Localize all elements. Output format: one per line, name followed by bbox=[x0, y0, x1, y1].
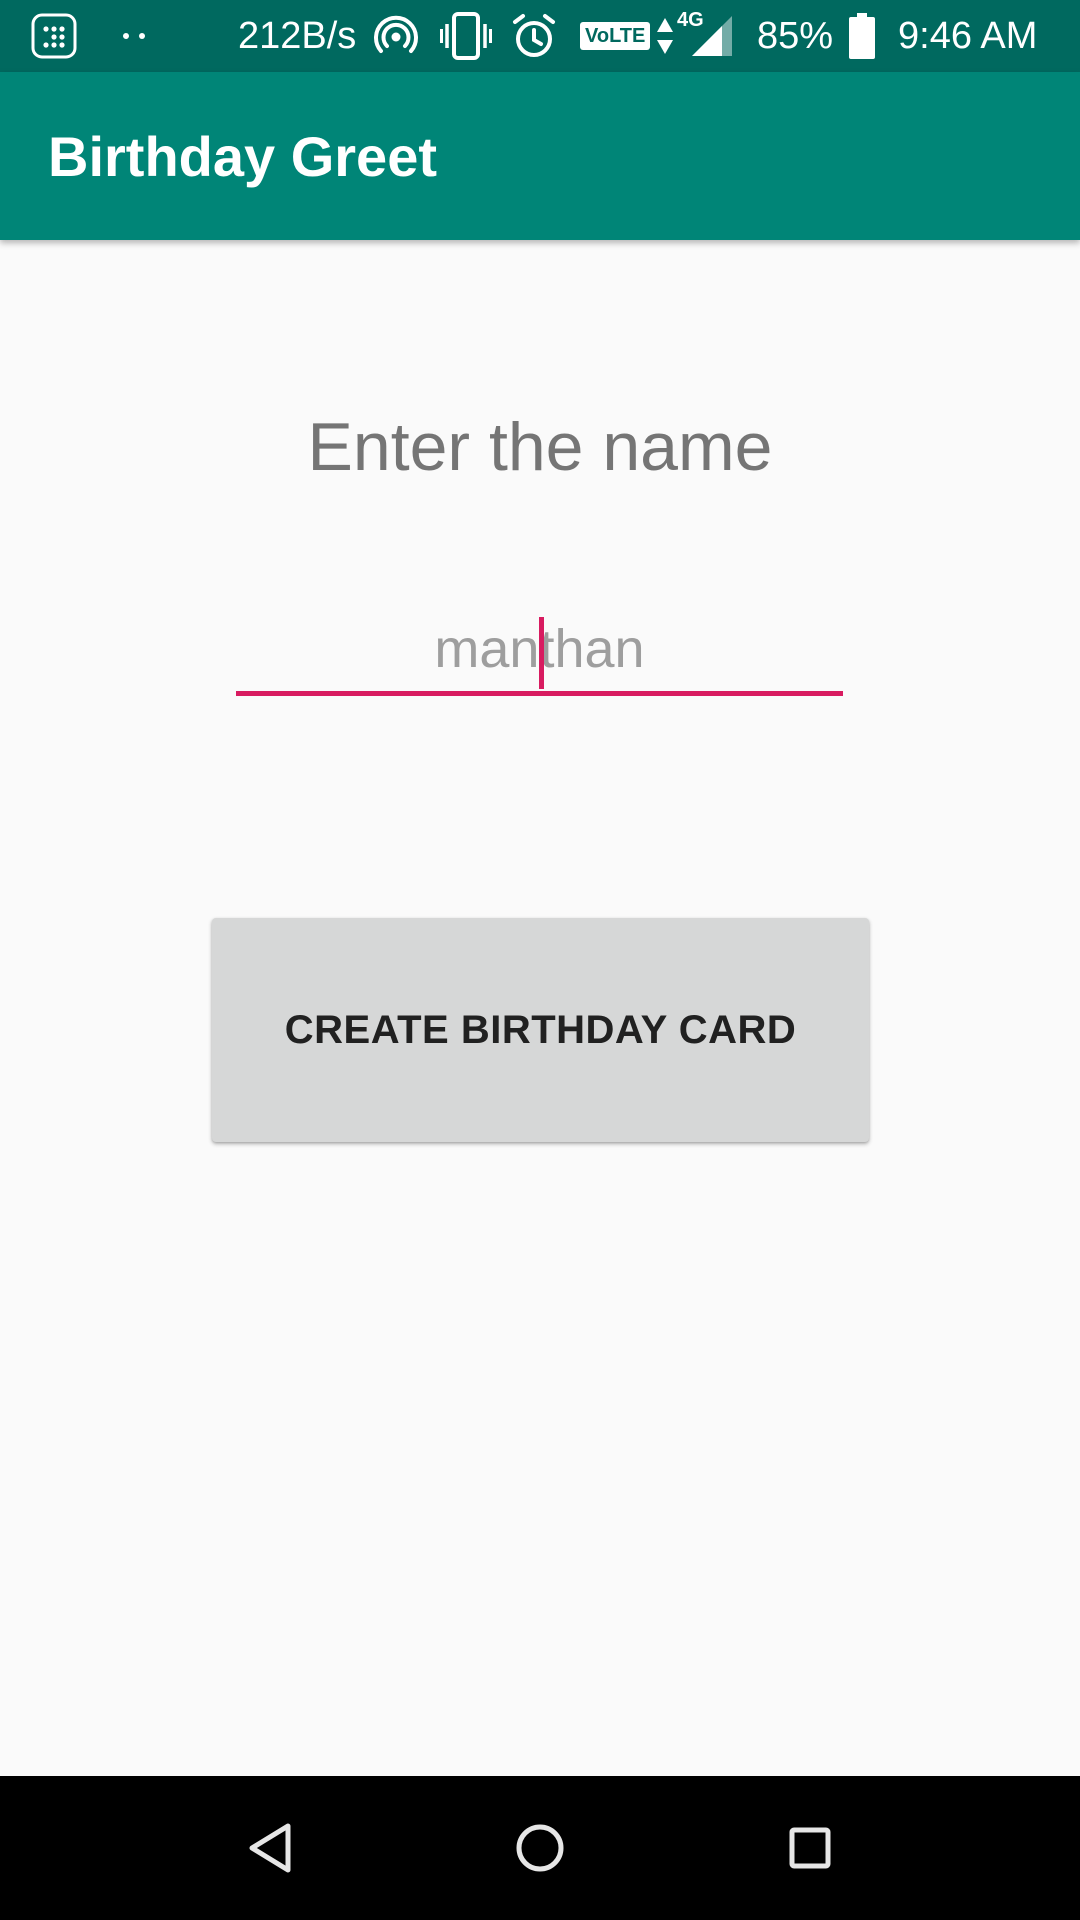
create-birthday-card-button[interactable]: CREATE BIRTHDAY CARD bbox=[212, 918, 869, 1142]
battery-percent: 85% bbox=[757, 14, 834, 57]
clock: 9:46 AM bbox=[898, 14, 1038, 57]
text-cursor bbox=[539, 617, 544, 689]
battery-icon bbox=[848, 0, 876, 72]
data-arrows-icon bbox=[656, 0, 674, 72]
home-icon[interactable] bbox=[504, 1812, 576, 1884]
signal-icon bbox=[690, 0, 734, 72]
create-birthday-card-label: CREATE BIRTHDAY CARD bbox=[284, 1007, 797, 1052]
keypad-notification-icon bbox=[30, 0, 78, 72]
enter-name-prompt: Enter the name bbox=[307, 409, 773, 485]
volte-icon: VoLTE bbox=[580, 0, 651, 72]
recents-icon[interactable] bbox=[774, 1812, 846, 1884]
main-content: Enter the name manthan CREATE BIRTHDAY C… bbox=[0, 240, 1080, 1776]
name-input-underline bbox=[236, 691, 843, 696]
back-icon[interactable] bbox=[234, 1812, 306, 1884]
app-bar: Birthday Greet bbox=[0, 72, 1080, 240]
name-input[interactable]: manthan bbox=[236, 606, 843, 702]
navigation-bar bbox=[0, 1776, 1080, 1920]
app-title: Birthday Greet bbox=[48, 124, 437, 188]
volte-label: VoLTE bbox=[580, 22, 651, 50]
vibrate-icon bbox=[440, 0, 492, 72]
hotspot-icon bbox=[372, 0, 420, 72]
status-bar: 212B/s VoLTE 4G 85% 9:46 AM bbox=[0, 0, 1080, 72]
alarm-icon bbox=[510, 0, 558, 72]
more-notifications-dots-icon bbox=[120, 0, 148, 72]
data-rate: 212B/s bbox=[238, 14, 357, 57]
